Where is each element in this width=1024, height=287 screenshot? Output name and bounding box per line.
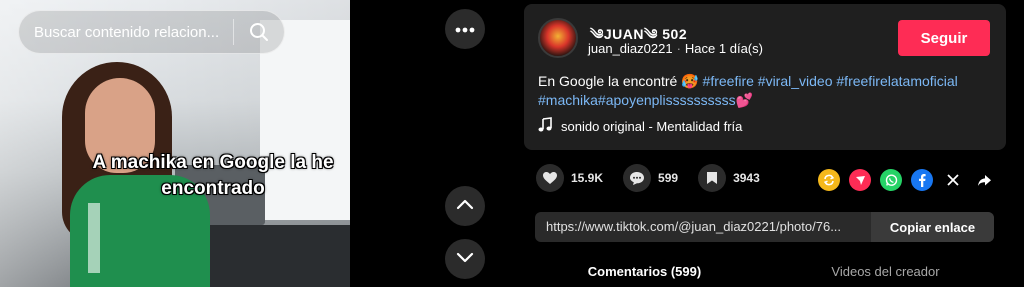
search-icon[interactable] <box>234 10 284 54</box>
post-time: Hace 1 día(s) <box>684 41 763 56</box>
more-icon <box>455 20 475 38</box>
music-note-icon <box>538 117 552 135</box>
handle-line: juan_diaz0221 · Hace 1 día(s) <box>588 41 763 56</box>
save-count: 3943 <box>733 171 760 185</box>
follow-button[interactable]: Seguir <box>898 20 990 56</box>
repost-icon[interactable] <box>818 169 840 191</box>
tab-bar: Comentarios (599) Videos del creador <box>524 258 1006 287</box>
engagement-stats: 15.9K 599 3943 <box>536 164 780 192</box>
heart-icon[interactable] <box>536 164 564 192</box>
description-text: En Google la encontré 🥵 <box>538 73 699 89</box>
sound-name: sonido original - Mentalidad fría <box>561 118 743 134</box>
post-description: En Google la encontré 🥵 #freefire #viral… <box>538 72 993 110</box>
hashtag-freefirelatamoficial[interactable]: #freefirelatamoficial <box>836 73 957 89</box>
chevron-up-icon <box>456 197 474 215</box>
hashtag-apoyenplis[interactable]: #apoyenplissssssssss <box>598 92 736 108</box>
comment-stat[interactable]: 599 <box>623 164 678 192</box>
post-info-card: ༄JUAN༄ 502 juan_diaz0221 · Hace 1 día(s) S… <box>524 4 1006 150</box>
tab-creator-videos[interactable]: Videos del creador <box>765 258 1006 287</box>
like-stat[interactable]: 15.9K <box>536 164 603 192</box>
hashtag-machika[interactable]: #machika <box>538 92 598 108</box>
whatsapp-icon[interactable] <box>880 169 902 191</box>
previous-video-button[interactable] <box>445 186 485 226</box>
hashtag-freefire[interactable]: #freefire <box>703 73 754 89</box>
separator-dot: · <box>676 41 681 56</box>
chevron-down-icon <box>456 250 474 268</box>
save-stat[interactable]: 3943 <box>698 164 760 192</box>
video-caption: A machika en Google la he encontrado <box>92 152 334 199</box>
next-video-button[interactable] <box>445 239 485 279</box>
x-icon[interactable] <box>942 169 964 191</box>
search-bar[interactable]: Buscar contenido relacion... <box>18 10 285 54</box>
send-icon[interactable] <box>849 169 871 191</box>
share-arrow-icon[interactable] <box>973 169 995 191</box>
search-input[interactable]: Buscar contenido relacion... <box>19 24 233 41</box>
tab-comments[interactable]: Comentarios (599) <box>524 258 765 287</box>
hashtag-viral-video[interactable]: #viral_video <box>758 73 833 89</box>
video-player[interactable]: A machika en Google la he encontrado Bus… <box>0 0 350 287</box>
post-url[interactable]: https://www.tiktok.com/@juan_diaz0221/ph… <box>535 212 871 242</box>
comment-icon[interactable] <box>623 164 652 192</box>
like-count: 15.9K <box>571 171 604 185</box>
handle[interactable]: juan_diaz0221 <box>588 41 673 56</box>
copy-link-button[interactable]: Copiar enlace <box>871 212 994 242</box>
comment-count: 599 <box>658 171 679 185</box>
avatar[interactable] <box>538 18 578 58</box>
copy-link-box: https://www.tiktok.com/@juan_diaz0221/ph… <box>535 212 994 242</box>
heart-emoji: 💕 <box>735 92 754 108</box>
more-options-button[interactable] <box>445 9 485 49</box>
share-row <box>818 169 1004 191</box>
facebook-icon[interactable] <box>911 169 933 191</box>
bookmark-icon[interactable] <box>698 164 727 192</box>
sound-link[interactable]: sonido original - Mentalidad fría <box>538 117 742 135</box>
